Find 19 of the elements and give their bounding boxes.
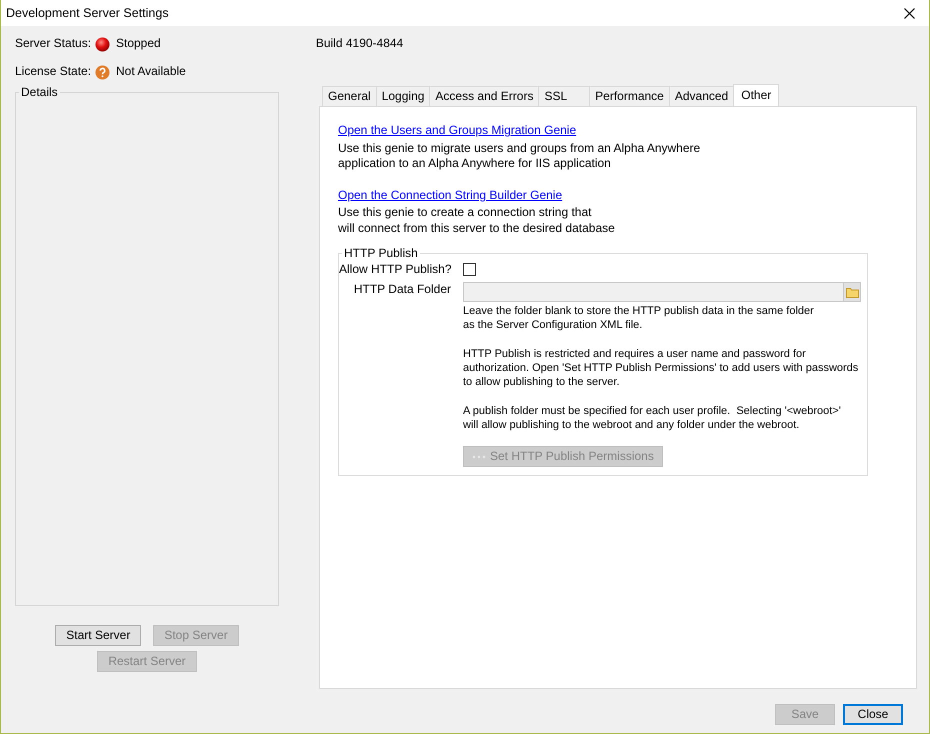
help-text: A publish folder must be specified for each user profile. Selecting '<webroot>' will allow publishing to the webroot and any folder under the webroot. — [463, 404, 842, 432]
dialog-button[interactable]: Close — [843, 704, 903, 725]
genie-description: Use this genie to create a connection string that will connect from this server to the desired database — [338, 205, 616, 237]
server-button[interactable]: Start Server — [55, 625, 142, 646]
tab[interactable]: Other — [733, 84, 780, 106]
genie-link[interactable]: Open the Connection String Builder Genie — [338, 188, 562, 204]
field-label: HTTP Data Folder — [352, 282, 451, 298]
status-label: Server Status: — [15, 36, 89, 52]
help-text: HTTP Publish is restricted and requires a user name and password for authorization. Open 'Set HTTP Publish Permissions' to add users with passwords to allow publishing to the server. — [463, 346, 860, 390]
tab[interactable]: General — [322, 86, 377, 106]
help-text: Leave the folder blank to store the HTTP publish data in the same folder as the Server Configuration XML file. — [463, 304, 815, 333]
status-value: Stopped — [116, 36, 161, 52]
genie-description: Use this genie to migrate users and groups from an Alpha Anywhere application to an Alpha Anywhere for IIS application — [338, 140, 702, 172]
status-value: Not Available — [116, 64, 186, 80]
status-label: License State: — [15, 64, 89, 80]
window-title: Development Server Settings — [6, 4, 169, 22]
build-label: Build 4190-4844 — [316, 36, 404, 52]
genie-link[interactable]: Open the Users and Groups Migration Genie — [338, 123, 576, 139]
field-label: Allow HTTP Publish? — [339, 262, 451, 278]
